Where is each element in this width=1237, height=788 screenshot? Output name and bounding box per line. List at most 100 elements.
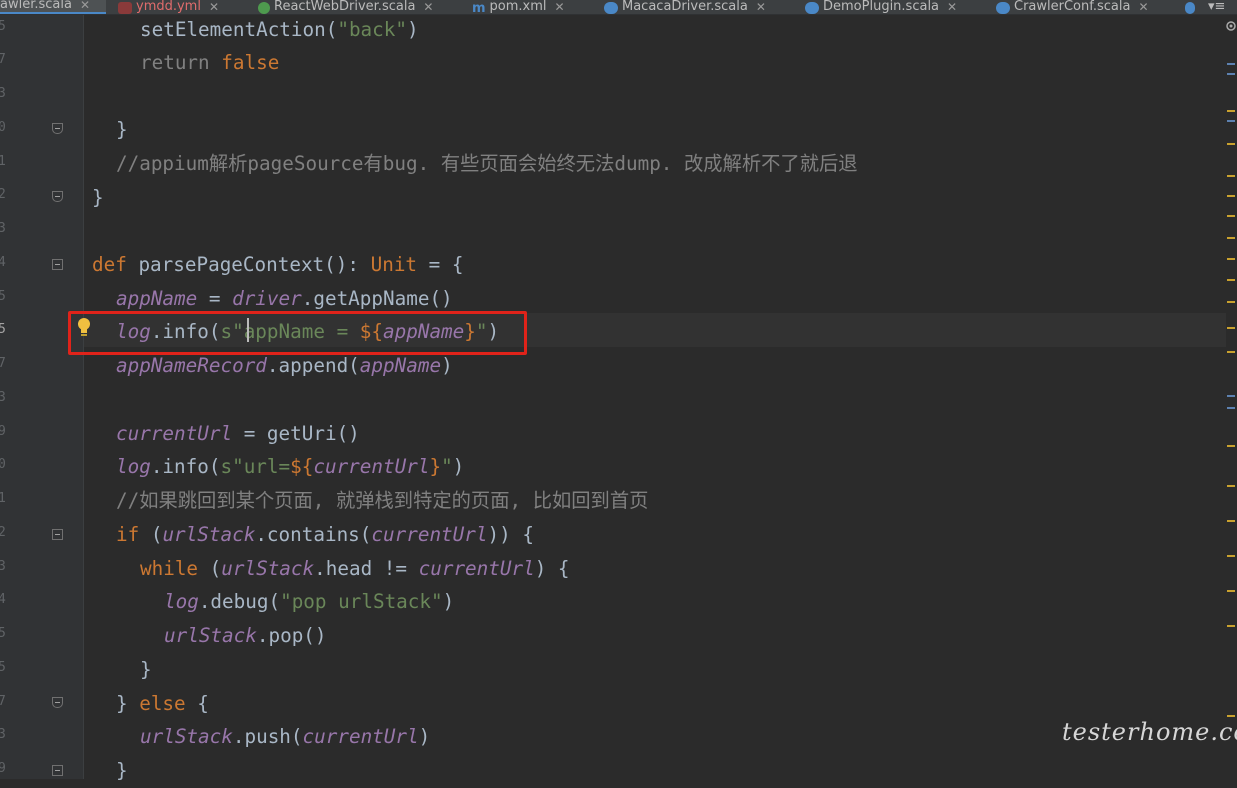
close-icon[interactable]: ✕ — [423, 0, 433, 14]
tab-label: awler.scala — [0, 0, 72, 12]
line-number: 7 — [0, 356, 6, 371]
code-line: log.debug("pop urlStack") — [164, 590, 455, 613]
inspection-eye-icon[interactable] — [1226, 21, 1236, 31]
close-icon[interactable]: ✕ — [1138, 0, 1148, 14]
line-number: 0 — [0, 120, 6, 135]
code-line: urlStack.push(currentUrl) — [140, 725, 431, 748]
stripe-mark[interactable] — [1227, 327, 1235, 329]
error-stripe-scrollbar[interactable] — [1226, 15, 1237, 779]
close-icon[interactable]: ✕ — [80, 0, 90, 12]
watermark: testerhome.com — [1062, 718, 1237, 746]
stripe-mark[interactable] — [1227, 195, 1235, 197]
line-number: 3 — [0, 559, 6, 574]
code-line: currentUrl = getUri() — [116, 422, 360, 445]
tab-label: ReactWebDriver.scala — [274, 0, 416, 14]
tab-label: DemoPlugin.scala — [823, 0, 940, 14]
stripe-mark[interactable] — [1227, 715, 1235, 717]
stripe-mark[interactable] — [1227, 73, 1235, 75]
line-number: 5 — [0, 660, 6, 675]
stripe-mark[interactable] — [1227, 590, 1235, 592]
tab-label: pom.xml — [489, 0, 547, 14]
stripe-mark[interactable] — [1227, 110, 1235, 112]
line-number: 4 — [0, 592, 6, 607]
fold-start-icon[interactable] — [52, 259, 63, 270]
yml-file-icon — [118, 2, 132, 14]
line-number: 7 — [0, 694, 6, 709]
line-number: 5 — [0, 322, 6, 337]
code-line: urlStack.pop() — [164, 624, 327, 647]
stripe-mark[interactable] — [1227, 407, 1235, 409]
line-number: 3 — [0, 221, 6, 236]
close-icon[interactable]: ✕ — [756, 0, 766, 14]
stripe-mark[interactable] — [1227, 351, 1235, 353]
scala-class-icon — [1185, 2, 1195, 14]
stripe-mark[interactable] — [1227, 279, 1235, 281]
fold-start-icon[interactable] — [52, 529, 63, 540]
line-number: 4 — [0, 255, 6, 270]
stripe-mark[interactable] — [1227, 237, 1235, 239]
code-line: setElementAction("back") — [140, 18, 419, 41]
code-line: if (urlStack.contains(currentUrl)) { — [116, 523, 534, 546]
line-number: 9 — [0, 761, 6, 776]
close-icon[interactable]: ✕ — [555, 0, 565, 14]
scala-class-icon — [996, 2, 1010, 14]
stripe-mark[interactable] — [1227, 555, 1235, 557]
code-line: } — [140, 658, 152, 681]
fold-end-icon[interactable] — [52, 191, 63, 202]
code-line: //如果跳回到某个页面, 就弹栈到特定的页面, 比如回到首页 — [116, 489, 649, 512]
tab-demoplugin-scala[interactable]: DemoPlugin.scala ✕ — [805, 0, 985, 14]
tab-list-icon: ▾≡ — [1208, 0, 1226, 14]
code-line: } else { — [116, 692, 209, 715]
stripe-mark[interactable] — [1227, 175, 1235, 177]
tab-reactwebdriver-scala[interactable]: ReactWebDriver.scala ✕ — [258, 0, 458, 14]
code-line: return false — [140, 51, 280, 74]
maven-icon: m — [472, 1, 486, 15]
fold-end-icon[interactable] — [52, 123, 63, 134]
line-number: 5 — [0, 19, 6, 34]
line-number: 0 — [0, 457, 6, 472]
line-number: 3 — [0, 390, 6, 405]
line-number: 3 — [0, 727, 6, 742]
line-number: 1 — [0, 154, 6, 169]
line-number: 2 — [0, 187, 6, 202]
stripe-mark[interactable] — [1227, 520, 1235, 522]
code-line: } — [116, 118, 128, 141]
code-line: def parsePageContext(): Unit = { — [92, 253, 464, 276]
line-number: 1 — [0, 491, 6, 506]
fold-end-icon[interactable] — [52, 697, 63, 708]
tab-overflow-menu[interactable]: ▾≡ — [1208, 0, 1237, 14]
tab-pom-xml[interactable]: m pom.xml ✕ — [472, 0, 592, 14]
stripe-mark[interactable] — [1227, 120, 1235, 122]
tab-crawlerconf-scala[interactable]: CrawlerConf.scala ✕ — [996, 0, 1176, 14]
stripe-mark[interactable] — [1227, 215, 1235, 217]
close-icon[interactable]: ✕ — [209, 0, 219, 14]
code-line: log.info(s"url=${currentUrl}") — [116, 455, 465, 478]
scala-class-icon — [805, 2, 819, 14]
scala-class-icon — [604, 2, 618, 14]
fold-start-icon[interactable] — [52, 765, 63, 776]
line-number: 9 — [0, 424, 6, 439]
stripe-mark[interactable] — [1227, 258, 1235, 260]
tab-label: MacacaDriver.scala — [622, 0, 748, 14]
tab-ymdd-yml[interactable]: ymdd.yml ✕ — [118, 0, 248, 14]
tab-label: CrawlerConf.scala — [1014, 0, 1131, 14]
code-line: } — [116, 759, 128, 782]
close-icon[interactable]: ✕ — [947, 0, 957, 14]
line-number: 5 — [0, 626, 6, 641]
line-number: 7 — [0, 52, 6, 67]
line-number: 2 — [0, 525, 6, 540]
stripe-mark[interactable] — [1227, 485, 1235, 487]
code-editor[interactable]: setElementAction("back") return false } … — [84, 15, 1226, 782]
stripe-mark[interactable] — [1227, 395, 1235, 397]
stripe-mark[interactable] — [1227, 143, 1235, 145]
tab-crawler-scala[interactable]: awler.scala ✕ — [0, 0, 106, 14]
stripe-mark[interactable] — [1227, 63, 1235, 65]
editor-gutter: 5 7 3 0 1 2 3 4 5 5 7 3 9 0 1 2 3 4 5 5 … — [0, 15, 84, 779]
tab-hidden[interactable] — [1185, 0, 1199, 14]
stripe-mark[interactable] — [1227, 625, 1235, 627]
tab-macacadriver-scala[interactable]: MacacaDriver.scala ✕ — [604, 0, 794, 14]
code-line: while (urlStack.head != currentUrl) { — [140, 557, 570, 580]
stripe-mark[interactable] — [1227, 445, 1235, 447]
highlight-annotation-box — [68, 311, 527, 355]
stripe-mark[interactable] — [1227, 301, 1235, 303]
